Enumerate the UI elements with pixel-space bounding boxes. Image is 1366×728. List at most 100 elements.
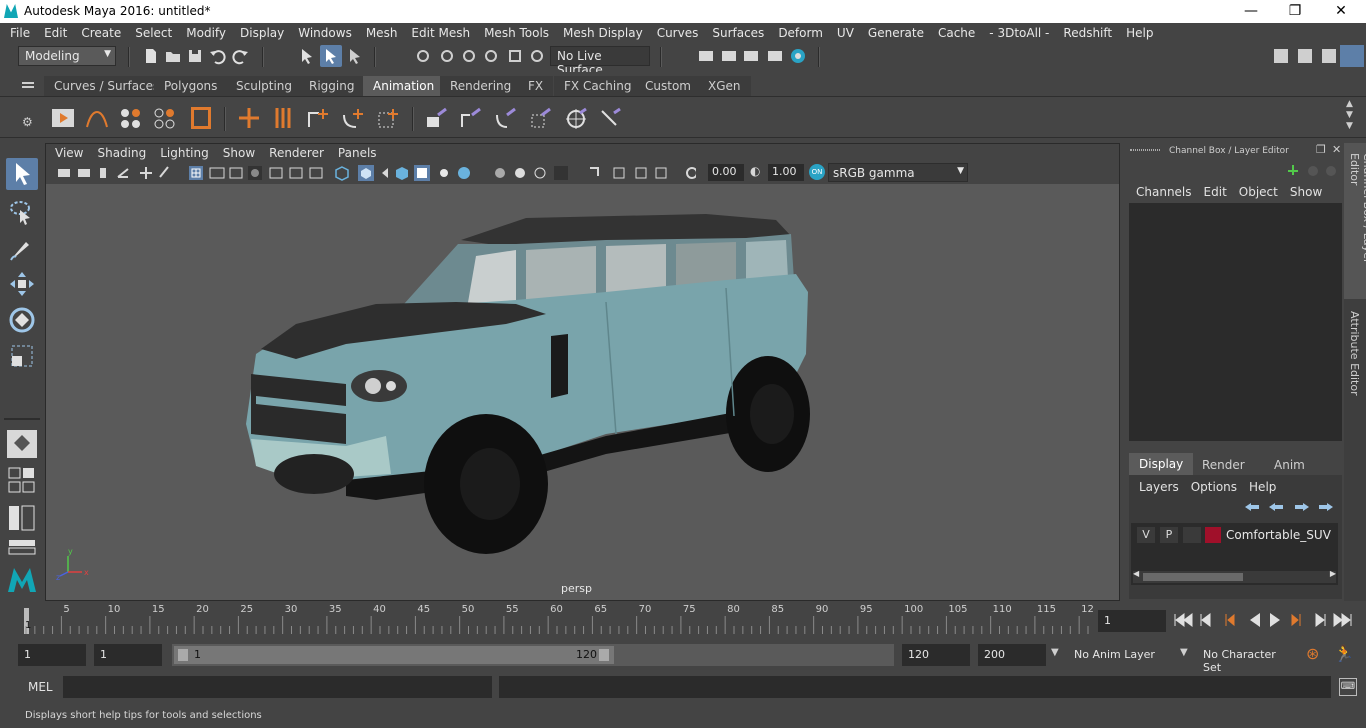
save-scene-icon[interactable] xyxy=(186,47,204,65)
color-space-dropdown[interactable]: sRGB gamma ▼ xyxy=(828,163,968,182)
channel-box-menu-channels[interactable]: Channels xyxy=(1130,185,1198,199)
menu-windows[interactable]: Windows xyxy=(291,23,359,43)
animation-preferences-icon[interactable]: 🏃 xyxy=(1334,644,1354,663)
shelf-settings-icon[interactable]: ⚙ xyxy=(22,115,33,129)
layer-menu-options[interactable]: Options xyxy=(1185,480,1243,494)
scroll-left-icon[interactable]: ◀ xyxy=(1133,569,1139,578)
dope-sheet-icon[interactable] xyxy=(188,105,214,131)
tab-xgen[interactable]: XGen xyxy=(698,76,751,96)
snap-view-plane-icon[interactable] xyxy=(482,47,500,65)
channel-box-toggles[interactable] xyxy=(1286,163,1340,179)
live-surface-field[interactable]: No Live Surface xyxy=(550,46,650,77)
menu-select[interactable]: Select xyxy=(128,23,179,43)
hypershade-icon[interactable] xyxy=(789,47,807,65)
range-end-grip[interactable] xyxy=(599,649,609,661)
color-management-toggle-icon[interactable]: ON xyxy=(809,164,825,180)
panel-grip[interactable] xyxy=(1130,149,1160,151)
shelf-scroll-icon[interactable]: ▲ ▼ ▼ xyxy=(1346,99,1353,132)
viewport-menu-show[interactable]: Show xyxy=(216,144,262,162)
single-perspective-layout-button[interactable] xyxy=(7,430,37,458)
toggle-tool-settings-icon[interactable] xyxy=(1320,47,1338,65)
mode-selector[interactable]: Modeling ▼ xyxy=(18,46,116,66)
joint-tool-icon[interactable] xyxy=(236,105,262,131)
ik-handle-icon[interactable] xyxy=(270,105,296,131)
set-breakdown-icon[interactable] xyxy=(152,105,178,131)
move-tool-button[interactable] xyxy=(6,268,38,300)
select-by-component-icon[interactable] xyxy=(346,47,364,65)
time-slider[interactable]: 1 5 10 15 20 25 30 35 40 45 50 55 60 65 70 75 80 85 90 95 1… xyxy=(20,604,1094,634)
scroll-right-icon[interactable]: ▶ xyxy=(1330,569,1336,578)
viewport-menu-view[interactable]: View xyxy=(48,144,90,162)
menu-cache[interactable]: Cache xyxy=(931,23,982,43)
script-editor-icon[interactable]: ⌨ xyxy=(1339,678,1357,696)
toggle-attribute-editor-icon[interactable] xyxy=(1296,47,1314,65)
paint-weights-icon[interactable] xyxy=(340,105,366,131)
scale-tool-button[interactable] xyxy=(6,340,38,372)
range-slider[interactable]: 1 120 xyxy=(172,644,894,666)
perspective-viewport[interactable]: y x z persp xyxy=(46,184,1119,600)
menu-file[interactable]: File xyxy=(3,23,37,43)
playback-start-field[interactable]: 1 xyxy=(94,644,162,666)
layer-visibility-toggle[interactable]: V xyxy=(1137,527,1155,543)
auto-key-icon[interactable]: ⊛ xyxy=(1306,644,1319,663)
aim-constraint-icon[interactable] xyxy=(564,105,590,131)
viewport-menu-panels[interactable]: Panels xyxy=(331,144,384,162)
graph-editor-icon[interactable] xyxy=(84,105,110,131)
menu-mesh-display[interactable]: Mesh Display xyxy=(556,23,650,43)
menu-edit-mesh[interactable]: Edit Mesh xyxy=(404,23,477,43)
menu-deform[interactable]: Deform xyxy=(771,23,830,43)
side-tab-channel-box[interactable]: Channel Box / Layer Editor xyxy=(1344,143,1366,299)
current-frame-field[interactable]: 1 xyxy=(1098,610,1166,632)
open-scene-icon[interactable] xyxy=(164,47,182,65)
shelf-menu-icon[interactable] xyxy=(22,82,34,84)
maximize-button[interactable]: ❐ xyxy=(1272,0,1318,23)
exposure-field[interactable]: 0.00 xyxy=(708,164,744,181)
tab-animation[interactable]: Animation xyxy=(363,76,445,96)
ipr-render-icon[interactable] xyxy=(742,47,760,65)
tab-anim[interactable]: Anim xyxy=(1264,454,1315,476)
select-tool-button[interactable] xyxy=(6,158,38,190)
channel-box-menu-show[interactable]: Show xyxy=(1284,185,1328,199)
command-input[interactable] xyxy=(63,676,492,698)
viewport-menu-renderer[interactable]: Renderer xyxy=(262,144,331,162)
menu-edit[interactable]: Edit xyxy=(37,23,74,43)
menu-curves[interactable]: Curves xyxy=(650,23,706,43)
viewport-menu-lighting[interactable]: Lighting xyxy=(153,144,216,162)
playback-controls[interactable] xyxy=(1174,611,1360,629)
lattice-icon[interactable] xyxy=(375,105,401,131)
tab-custom[interactable]: Custom xyxy=(635,76,701,96)
tab-fx[interactable]: FX xyxy=(518,76,554,96)
animation-start-field[interactable]: 1 xyxy=(18,644,86,666)
symmetry-icon[interactable] xyxy=(528,47,546,65)
tab-rendering[interactable]: Rendering xyxy=(440,76,522,96)
viewport-menu-shading[interactable]: Shading xyxy=(90,144,153,162)
menu-mesh-tools[interactable]: Mesh Tools xyxy=(477,23,556,43)
character-set-dropdown[interactable]: No Character Set xyxy=(1197,644,1297,674)
lasso-tool-button[interactable] xyxy=(6,196,38,228)
layer-menu-help[interactable]: Help xyxy=(1243,480,1282,494)
close-panel-icon[interactable]: ✕ xyxy=(1332,143,1341,156)
playback-end-field[interactable]: 120 xyxy=(902,644,970,666)
side-tab-attribute-editor[interactable]: Attribute Editor xyxy=(1344,303,1366,403)
bind-skin-icon[interactable] xyxy=(305,105,331,131)
undo-icon[interactable] xyxy=(208,47,226,65)
snap-curve-icon[interactable] xyxy=(438,47,456,65)
parent-constraint-icon[interactable] xyxy=(424,105,450,131)
viewport-toolbar-icons-2[interactable] xyxy=(456,165,696,181)
close-button[interactable]: ✕ xyxy=(1318,0,1364,23)
layer-display-type-toggle[interactable] xyxy=(1183,527,1201,543)
tab-polygons[interactable]: Polygons xyxy=(154,76,228,96)
range-slider-handle[interactable]: 1 120 xyxy=(174,646,614,664)
snap-grid-icon[interactable] xyxy=(414,47,432,65)
scale-constraint-icon[interactable] xyxy=(528,105,554,131)
redo-icon[interactable] xyxy=(232,47,250,65)
render-settings-icon[interactable] xyxy=(697,47,715,65)
viewport-toolbar-icons[interactable] xyxy=(56,165,456,181)
anim-layer-dropdown[interactable]: No Anim Layer xyxy=(1068,644,1174,666)
command-language-label[interactable]: MEL xyxy=(28,680,53,694)
menu-modify[interactable]: Modify xyxy=(179,23,233,43)
menu-mesh[interactable]: Mesh xyxy=(359,23,405,43)
set-key-icon[interactable] xyxy=(118,105,144,131)
menu-generate[interactable]: Generate xyxy=(861,23,931,43)
toggle-channel-box-button[interactable] xyxy=(1340,45,1364,67)
